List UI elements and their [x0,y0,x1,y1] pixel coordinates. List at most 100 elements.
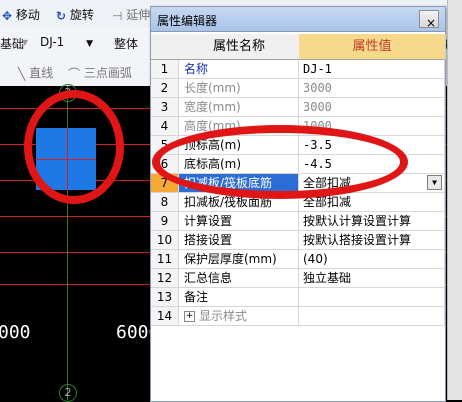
row-number: 7 [151,174,179,193]
row-number: 11 [151,250,179,269]
table-row[interactable]: 6 底标高(m) -4.5 [151,155,445,174]
property-value-text: 独立基础 [303,271,352,285]
header-value: 属性值 [299,34,446,60]
table-row[interactable]: 9 计算设置 按默认计算设置计算 [151,212,445,231]
property-name: 扣减板/筏板底筋 [179,174,299,193]
close-icon: × [426,16,437,30]
property-value[interactable]: 3000 [299,79,445,98]
property-value-text: 全部扣减 [303,176,352,190]
property-value-text: 3000 [303,81,332,95]
row-number: 6 [151,155,179,174]
table-row[interactable]: 10 搭接设置 按默认搭接设置计算 [151,231,445,250]
property-value[interactable]: 全部扣减 [299,193,445,212]
property-editor-dialog: 属性编辑器 × 属性名称 属性值 1 名称 DJ-1 2 长度(mm) 3000 3 宽度(m… [150,6,446,402]
rotate-button[interactable]: ↻ 旋转 [56,6,94,23]
footing-axis-v [67,128,68,190]
separator-icon: ▾ [22,35,29,49]
property-name: 保护层厚度(mm) [179,250,299,269]
table-row[interactable]: 7 扣减板/筏板底筋 全部扣减 ▼ [151,174,445,193]
row-number: 5 [151,136,179,155]
line-icon: ╲ [18,66,26,81]
property-name-text: 显示样式 [199,309,248,323]
move-icon: ✥ [2,8,13,23]
table-row[interactable]: 1 名称 DJ-1 [151,60,445,79]
footing-axis-h [36,159,96,160]
chevron-down-icon: ▼ [86,39,94,49]
header-name: 属性名称 [179,34,300,60]
property-value[interactable]: 1000 [299,117,445,136]
property-value[interactable]: (40) [299,250,445,269]
table-row[interactable]: 14 + 显示样式 [151,307,445,326]
property-value-text: DJ-1 [303,62,332,76]
property-name: 备注 [179,288,299,307]
property-value[interactable]: 按默认搭接设置计算 [299,231,445,250]
property-name: 搭接设置 [179,231,299,250]
property-value-text: 3000 [303,100,332,114]
row-number: 9 [151,212,179,231]
property-value-text: -4.5 [303,157,332,171]
axis-marker-bottom: 2 [59,384,77,402]
property-value-text: 按默认计算设置计算 [303,214,412,228]
arc-button[interactable]: ⌒ 三点画弧 [68,64,132,82]
table-row[interactable]: 13 备注 [151,288,445,307]
table-header: 属性名称 属性值 [151,34,446,60]
property-name: 底标高(m) [179,155,299,174]
table-row[interactable]: 12 汇总信息 独立基础 [151,269,445,288]
dropdown-arrow-icon[interactable]: ▼ [427,175,442,190]
property-name: 顶标高(m) [179,136,299,155]
row-number: 4 [151,117,179,136]
rotate-icon: ↻ [56,8,67,23]
property-name: 扣减板/筏板面筋 [179,193,299,212]
row-number: 14 [151,307,179,326]
property-name: 汇总信息 [179,269,299,288]
row-number: 3 [151,98,179,117]
property-value-text: (40) [303,252,328,266]
table-row[interactable]: 8 扣减板/筏板面筋 全部扣减 [151,193,445,212]
extend-icon: ⊣ [112,8,123,23]
row-number: 12 [151,269,179,288]
row-number: 10 [151,231,179,250]
right-scrollbar[interactable] [447,0,462,400]
table-row[interactable]: 5 顶标高(m) -3.5 [151,136,445,155]
property-value[interactable]: -3.5 [299,136,445,155]
line-button[interactable]: ╲ 直线 [18,64,53,81]
foundation-label: 基础 [0,37,25,51]
row-number: 1 [151,60,179,79]
property-value-text: -3.5 [303,138,332,152]
row-number: 8 [151,193,179,212]
property-value[interactable]: -4.5 [299,155,445,174]
element-select[interactable]: DJ-1 ▼ [40,35,93,49]
arc-icon: ⌒ [68,67,81,81]
property-name: 长度(mm) [179,79,299,98]
property-value-text: 全部扣减 [303,195,352,209]
property-value-text: 按默认搭接设置计算 [303,233,412,247]
property-value[interactable] [299,288,445,307]
property-name: 宽度(mm) [179,98,299,117]
move-button[interactable]: ✥ 移动 [2,6,40,23]
property-name: 计算设置 [179,212,299,231]
table-row[interactable]: 3 宽度(mm) 3000 [151,98,445,117]
property-value[interactable]: 全部扣减 ▼ [299,174,445,193]
property-name: 名称 [179,60,299,79]
property-value[interactable] [299,307,445,326]
close-button[interactable]: × [419,10,439,30]
header-corner [151,34,180,60]
dimension-label-left: 000 [0,322,31,343]
dialog-title-bar[interactable]: 属性编辑器 × [151,7,445,32]
property-value[interactable]: 按默认计算设置计算 [299,212,445,231]
expand-icon[interactable]: + [184,311,195,322]
dialog-title: 属性编辑器 [157,14,218,28]
property-value[interactable]: 独立基础 [299,269,445,288]
table-row[interactable]: 2 长度(mm) 3000 [151,79,445,98]
property-name: 高度(mm) [179,117,299,136]
table-row[interactable]: 11 保护层厚度(mm) (40) [151,250,445,269]
row-number: 13 [151,288,179,307]
property-value[interactable]: 3000 [299,98,445,117]
extend-button[interactable]: ⊣ 延伸 [112,6,150,23]
property-name: + 显示样式 [179,307,299,326]
property-value[interactable]: DJ-1 [299,60,445,79]
property-value-text: 1000 [303,119,332,133]
table-row[interactable]: 4 高度(mm) 1000 [151,117,445,136]
axis-marker-top: 2 [59,84,77,102]
whole-button[interactable]: 整体 [114,35,138,52]
